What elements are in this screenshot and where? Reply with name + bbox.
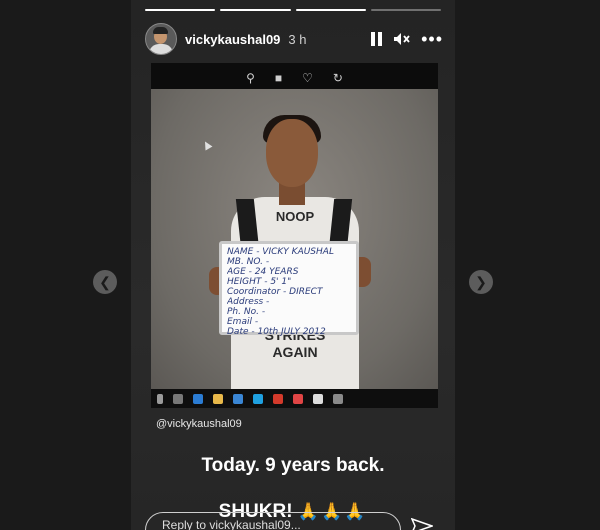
mute-icon[interactable] — [393, 32, 411, 46]
photo: NOOP STRIKES AGAIN NAME - VICKY KAUSHAL … — [151, 89, 438, 389]
progress-segment-current — [370, 9, 441, 11]
cursor-icon — [201, 139, 213, 151]
board-line: Date - 10th JULY 2012 — [227, 327, 326, 337]
progress-segment — [220, 9, 291, 11]
whiteboard: NAME - VICKY KAUSHAL MB. NO. - AGE - 24 … — [219, 241, 359, 337]
username-link[interactable]: vickykaushal09 — [185, 32, 280, 47]
caption-line-1: Today. 9 years back. — [201, 455, 385, 476]
heart-icon: ♡ — [302, 71, 313, 85]
pause-icon[interactable] — [371, 32, 383, 46]
chevron-right-icon: ❯ — [475, 274, 487, 290]
story-progress — [145, 9, 441, 11]
next-story-button[interactable]: ❯ — [469, 270, 493, 294]
edge-icon — [193, 393, 203, 404]
store-icon — [233, 393, 243, 404]
taskbar — [151, 389, 438, 408]
mention-tag[interactable]: @vickykaushal09 — [156, 418, 242, 430]
more-icon[interactable]: ••• — [421, 30, 443, 48]
board-line: HEIGHT - 5' 1" — [227, 277, 292, 287]
time-ago: 3 h — [288, 31, 307, 47]
story-image: ⚲ ■ ♡ ↻ NOOP STRIKES AGAIN NAME - VICKY … — [151, 63, 438, 408]
mail-icon — [313, 393, 323, 404]
app-l-icon — [253, 393, 263, 404]
app-m-icon — [293, 393, 303, 404]
story-header: vickykaushal09 3 h ••• — [145, 23, 443, 55]
reply-input[interactable]: Reply to vickykaushal09... — [145, 512, 401, 530]
send-icon[interactable] — [411, 518, 433, 530]
previous-story-button[interactable]: ❮ — [93, 270, 117, 294]
zoom-icon: ⚲ — [246, 71, 255, 85]
board-line: AGE - 24 YEARS — [227, 267, 299, 277]
avatar[interactable] — [145, 23, 177, 55]
photos-icon — [333, 393, 343, 404]
progress-segment — [295, 9, 366, 11]
story-viewer: vickykaushal09 3 h ••• ⚲ ■ ♡ ↻ NOOP STRI… — [131, 0, 455, 530]
mic-icon — [157, 393, 163, 404]
trash-icon: ■ — [274, 71, 283, 85]
board-line: Address - — [227, 297, 270, 307]
progress-segment — [145, 9, 216, 11]
board-line: Email - — [227, 317, 259, 327]
shirt-text-top: NOOP — [275, 209, 315, 224]
folder-icon — [213, 393, 223, 404]
stage: ❮ ❯ vickykaushal09 3 h ••• ⚲ ■ ♡ ↻ NOOP … — [0, 0, 600, 530]
app-red-icon — [273, 393, 283, 404]
board-line: Ph. No. - — [227, 307, 266, 317]
window-icon — [173, 393, 183, 404]
story-controls: ••• — [371, 30, 443, 48]
board-line: NAME - VICKY KAUSHAL — [227, 247, 334, 257]
rotate-icon: ↻ — [332, 71, 343, 85]
board-line: MB. NO. - — [227, 257, 270, 267]
chevron-left-icon: ❮ — [99, 274, 111, 290]
board-line: Coordinator - DIRECT — [227, 287, 323, 297]
